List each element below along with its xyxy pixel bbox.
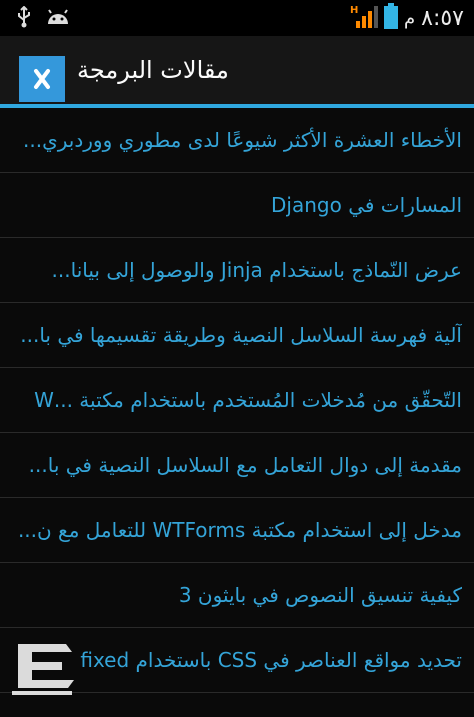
list-item[interactable]: مدخل إلى استخدام مكتبة WTForms للتعامل م… <box>0 498 474 563</box>
article-title: الأخطاء العشرة الأكثر شيوعًا لدى مطوري و… <box>23 128 462 152</box>
svg-text:H: H <box>350 5 358 16</box>
am-pm-label: م <box>403 7 416 29</box>
clock-time: ٨:٥٧ <box>421 5 464 31</box>
signal-icon: H <box>350 3 378 33</box>
action-bar: مقالات البرمجة <box>0 36 474 104</box>
list-item[interactable]: كيفية تنسيق النصوص في بايثون 3 <box>0 563 474 628</box>
list-item[interactable]: الأخطاء العشرة الأكثر شيوعًا لدى مطوري و… <box>0 108 474 173</box>
list-item[interactable]: آلية فهرسة السلاسل النصية وطريقة تقسيمها… <box>0 303 474 368</box>
watermark-logo-icon <box>12 636 78 696</box>
article-title: المسارات في Django <box>271 193 462 217</box>
list-item[interactable]: عرض النّماذج باستخدام Jinja والوصول إلى … <box>0 238 474 303</box>
list-item[interactable]: التّحقّق من مُدخلات المُستخدم باستخدام م… <box>0 368 474 433</box>
xamarin-logo-icon[interactable] <box>19 56 65 102</box>
android-icon <box>46 6 70 32</box>
status-bar: H م ٨:٥٧ <box>0 0 474 36</box>
article-list: الأخطاء العشرة الأكثر شيوعًا لدى مطوري و… <box>0 108 474 717</box>
battery-icon <box>383 3 398 33</box>
article-title: كيفية تنسيق النصوص في بايثون 3 <box>178 583 462 607</box>
list-item[interactable]: مقدمة إلى دوال التعامل مع السلاسل النصية… <box>0 433 474 498</box>
article-title: عرض النّماذج باستخدام Jinja والوصول إلى … <box>51 258 462 282</box>
list-item[interactable]: المسارات في Django <box>0 173 474 238</box>
usb-icon <box>16 5 32 32</box>
article-title: تحديد مواقع العناصر في CSS باستخدام fixe… <box>80 648 462 672</box>
article-title: آلية فهرسة السلاسل النصية وطريقة تقسيمها… <box>20 323 462 347</box>
article-title: مدخل إلى استخدام مكتبة WTForms للتعامل م… <box>17 518 462 542</box>
article-title: التّحقّق من مُدخلات المُستخدم باستخدام م… <box>34 388 462 412</box>
article-title: مقدمة إلى دوال التعامل مع السلاسل النصية… <box>28 453 462 477</box>
page-title: مقالات البرمجة <box>77 56 229 84</box>
